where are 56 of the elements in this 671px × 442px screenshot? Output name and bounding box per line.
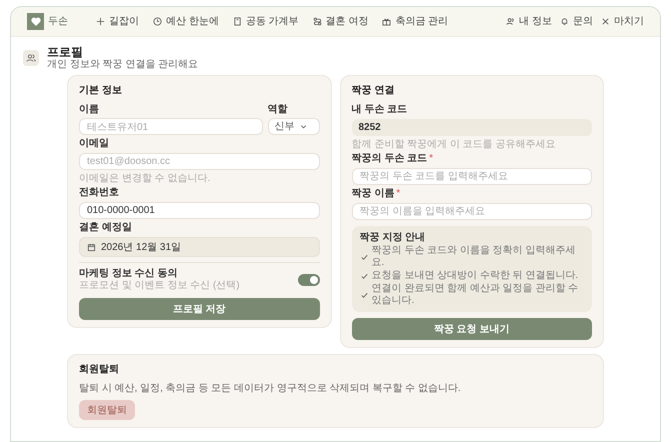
withdraw-button[interactable]: 회원탈퇴	[79, 400, 135, 420]
field-hint: 이메일은 변경할 수 없습니다.	[79, 173, 212, 184]
nav-item[interactable]: 결혼 여정	[308, 12, 372, 30]
route-icon	[312, 17, 322, 26]
setting-description: 프로모션 및 이벤트 정보 수신 (선택)	[79, 280, 240, 292]
check-icon	[360, 252, 368, 262]
nav-item[interactable]: 축의금 관리	[378, 12, 452, 30]
date-field[interactable]: 2026년 12월 31일	[79, 237, 320, 257]
guide-item: 연결이 완료되면 함께 예산과 일정을 관리할 수 있습니다.	[372, 283, 580, 307]
guide-title: 짝꿍 지정 안내	[360, 231, 426, 244]
logo-icon	[27, 13, 44, 30]
field-hint: 함께 준비할 짝꿍에게 이 코드를 공유해주세요	[352, 139, 556, 150]
field-label: 이메일	[79, 138, 110, 150]
check-icon	[360, 272, 368, 280]
role-select[interactable]: 신부	[268, 118, 320, 135]
send-request-button[interactable]: 짝꿍 요청 보내기	[352, 318, 592, 340]
user-icon	[506, 17, 516, 26]
input-field[interactable]: 짝꿍의 이름을 입력해주세요	[352, 203, 592, 220]
field-label: 내 두손 코드	[352, 104, 408, 116]
save-button[interactable]: 프로필 저장	[79, 298, 320, 320]
input-field[interactable]: 짝꿍의 두손 코드를 입력해주세요	[352, 168, 592, 185]
close-icon	[601, 17, 610, 26]
header-link[interactable]: 문의	[560, 14, 593, 29]
profile-icon	[23, 50, 39, 66]
card-title: 회원탈퇴	[79, 363, 119, 377]
clock-icon	[153, 17, 162, 26]
guide-item: 짝꿍의 두손 코드와 이름을 정확히 입력해주세요.	[372, 245, 576, 269]
code-field: 8252	[352, 119, 592, 136]
page-subtitle: 개인 정보와 짝꿍 연결을 관리해요	[47, 59, 198, 71]
nav-item[interactable]: 공동 가계부	[228, 12, 303, 30]
field-label: 결혼 예정일	[79, 222, 133, 234]
warning-text: 탈퇴 시 예산, 일정, 축의금 등 모든 데이터가 영구적으로 삭제되며 복구할 수 없습니다.	[79, 382, 461, 396]
calendar-icon	[87, 242, 96, 252]
nav-item[interactable]: 길잡이	[92, 12, 143, 30]
field-label: 이름	[79, 104, 100, 116]
required-mark: *	[429, 153, 433, 165]
check-icon	[360, 290, 368, 300]
card-title: 짝꿍 연결	[352, 84, 396, 98]
toggle-switch[interactable]	[298, 274, 320, 286]
field-label: 짝꿍의 두손 코드	[352, 153, 428, 165]
header-link[interactable]: 내 정보	[506, 14, 552, 29]
page-title: 프로필	[47, 45, 84, 59]
required-mark: *	[396, 188, 400, 200]
bell-icon	[560, 17, 569, 26]
logo-text: 두손	[48, 15, 68, 29]
nav-item[interactable]: 예산 한눈에	[149, 12, 223, 30]
guide-item: 요청을 보내면 상대방이 수락한 뒤 연결됩니다.	[372, 270, 578, 282]
notebook-icon	[232, 17, 242, 26]
field-label: 짝꿍 이름	[352, 188, 394, 200]
field-label: 전화번호	[79, 187, 120, 199]
gift-icon	[382, 17, 392, 26]
input-field[interactable]: 010-0000-0001	[79, 202, 320, 219]
header-link[interactable]: 마치기	[601, 14, 644, 29]
card-title: 기본 정보	[79, 84, 123, 98]
field-label: 역할	[268, 104, 288, 116]
setting-label: 마케팅 정보 수신 동의	[79, 268, 178, 280]
